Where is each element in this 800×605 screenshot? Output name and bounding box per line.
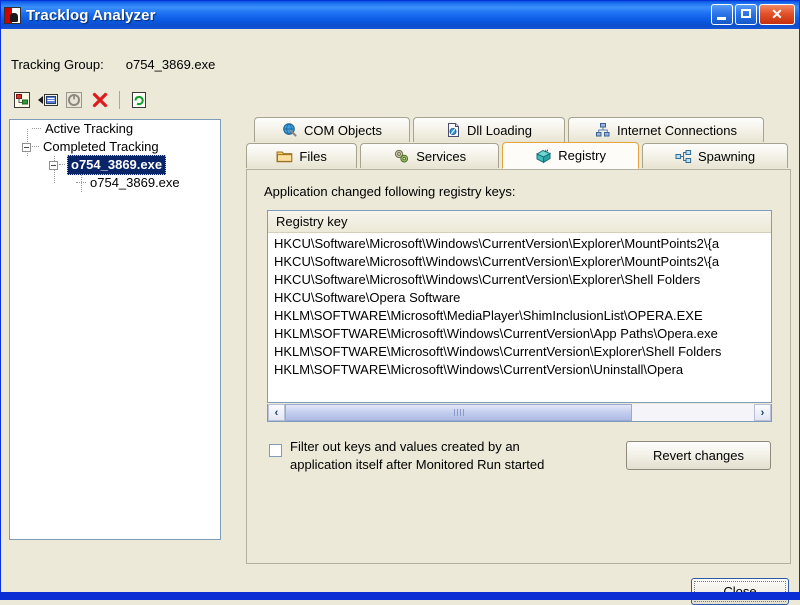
filter-label-line1: Filter out keys and values created by an <box>290 439 520 454</box>
tab-internet-connections[interactable]: Internet Connections <box>568 117 764 142</box>
list-item[interactable]: HKCU\Software\Opera Software <box>274 289 771 307</box>
tree-line <box>32 128 41 130</box>
tree-item-active-tracking[interactable]: Active Tracking <box>10 120 220 138</box>
tracking-group-label: Tracking Group: <box>11 57 104 72</box>
globe-icon <box>283 123 297 137</box>
filter-checkbox-label: Filter out keys and values created by an… <box>290 438 544 474</box>
refresh-icon <box>132 92 146 108</box>
tab-dll-loading[interactable]: Dll Loading <box>413 117 565 142</box>
delete-icon <box>92 92 108 108</box>
expander-collapse-icon[interactable] <box>49 160 58 170</box>
attach-tracking-button[interactable] <box>35 88 61 112</box>
tree-item-label: Active Tracking <box>45 121 134 136</box>
list-column-header[interactable]: Registry key <box>268 211 771 233</box>
scrollbar-thumb[interactable] <box>285 404 633 421</box>
column-header-label: Registry key <box>276 214 348 229</box>
tab-spawning[interactable]: Spawning <box>642 143 788 168</box>
tree-line <box>76 182 86 184</box>
network-icon <box>596 123 610 137</box>
tree-item-label: Completed Tracking <box>43 139 159 154</box>
tab-services[interactable]: Services <box>360 143 500 168</box>
tab-row-top: COM Objects Dll Loading Internet Connect… <box>254 117 791 143</box>
scroll-left-button[interactable]: ‹ <box>268 404 285 421</box>
stop-tracking-button[interactable] <box>61 88 87 112</box>
revert-changes-button[interactable]: Revert changes <box>626 441 771 470</box>
title-bar: Tracklog Analyzer ✕ <box>1 1 799 29</box>
tab-registry[interactable]: Registry <box>502 142 640 169</box>
tree-line <box>32 146 39 148</box>
new-tracking-icon <box>14 92 30 108</box>
list-item[interactable]: HKCU\Software\Microsoft\Windows\CurrentV… <box>274 235 771 253</box>
document-icon <box>447 123 459 137</box>
spawning-icon <box>675 149 692 163</box>
tree-item-o754-exe-parent[interactable]: o754_3869.exe <box>10 155 220 175</box>
toolbar <box>9 87 152 113</box>
new-tracking-button[interactable] <box>9 88 35 112</box>
list-body: HKCU\Software\Microsoft\Windows\CurrentV… <box>268 233 771 379</box>
list-item[interactable]: HKLM\SOFTWARE\Microsoft\Windows\CurrentV… <box>274 343 771 361</box>
tab-host: COM Objects Dll Loading Internet Connect… <box>246 117 791 564</box>
scrollbar-grip-icon <box>453 409 464 416</box>
tab-label: Services <box>416 148 467 164</box>
list-item[interactable]: HKLM\SOFTWARE\Microsoft\Windows\CurrentV… <box>274 325 771 343</box>
taskbar-strip <box>0 592 800 600</box>
tree-line <box>59 164 65 166</box>
registry-icon <box>536 148 552 163</box>
minimize-button[interactable] <box>711 4 733 25</box>
tab-label: Files <box>299 148 327 164</box>
window-title: Tracklog Analyzer <box>26 6 156 24</box>
scrollbar-track[interactable] <box>285 404 754 421</box>
registry-key-list[interactable]: Registry key HKCU\Software\Microsoft\Win… <box>267 210 772 403</box>
close-window-button[interactable]: ✕ <box>759 4 795 25</box>
panel-description: Application changed following registry k… <box>264 184 516 199</box>
folder-icon <box>276 151 293 163</box>
tree-item-o754-exe-child[interactable]: o754_3869.exe <box>10 174 220 192</box>
horizontal-scrollbar[interactable]: ‹ › <box>267 404 772 422</box>
client-area: Tracking Group: o754_3869.exe Active Tra… <box>1 29 799 605</box>
tree-item-label-selected: o754_3869.exe <box>67 155 167 175</box>
tab-label: COM Objects <box>303 122 382 138</box>
tab-label: Internet Connections <box>617 122 737 138</box>
scroll-right-button[interactable]: › <box>754 404 771 421</box>
tab-row-bottom: Files Services Registry Spawning <box>246 142 791 169</box>
list-item[interactable]: HKLM\SOFTWARE\Microsoft\MediaPlayer\Shim… <box>274 307 771 325</box>
tracking-group-row: Tracking Group: o754_3869.exe <box>11 57 215 72</box>
tracking-tree[interactable]: Active Tracking Completed Tracking o754_… <box>9 119 221 540</box>
main-window: Tracklog Analyzer ✕ Tracking Group: o754… <box>0 0 800 605</box>
tab-files[interactable]: Files <box>246 143 358 168</box>
toolbar-separator <box>119 91 120 109</box>
filter-label-line2: application itself after Monitored Run s… <box>290 457 545 472</box>
maximize-button[interactable] <box>735 4 757 25</box>
gears-icon <box>395 149 409 163</box>
delete-tracking-button[interactable] <box>87 88 113 112</box>
tab-label: Registry <box>558 148 606 163</box>
tab-label: Spawning <box>698 148 756 164</box>
tree-item-label: o754_3869.exe <box>90 175 180 190</box>
list-item[interactable]: HKLM\SOFTWARE\Microsoft\Windows\CurrentV… <box>274 361 771 379</box>
tab-com-objects[interactable]: COM Objects <box>254 117 410 142</box>
tree-item-completed-tracking[interactable]: Completed Tracking <box>10 138 220 156</box>
window-controls: ✕ <box>711 4 795 25</box>
registry-tab-panel: Application changed following registry k… <box>246 169 791 564</box>
tab-label: Dll Loading <box>466 122 533 138</box>
list-item[interactable]: HKCU\Software\Microsoft\Windows\CurrentV… <box>274 253 771 271</box>
refresh-button[interactable] <box>126 88 152 112</box>
tracking-group-value: o754_3869.exe <box>125 57 216 72</box>
expander-collapse-icon[interactable] <box>22 142 31 152</box>
filter-checkbox[interactable] <box>269 444 282 457</box>
close-icon: ✕ <box>771 6 783 22</box>
app-icon <box>4 6 21 24</box>
list-item[interactable]: HKCU\Software\Microsoft\Windows\CurrentV… <box>274 271 771 289</box>
attach-tracking-icon <box>38 94 58 106</box>
filter-checkbox-row[interactable]: Filter out keys and values created by an… <box>269 438 544 474</box>
stop-tracking-icon <box>66 92 82 108</box>
